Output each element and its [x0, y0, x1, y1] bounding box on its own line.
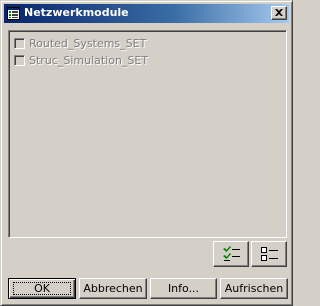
window-title: Netzwerkmodule: [24, 6, 129, 19]
uncheck-all-icon: [261, 247, 278, 261]
title-bar[interactable]: Netzwerkmodule: [4, 4, 289, 23]
info-button-label: Info...: [167, 282, 200, 295]
ok-button-label: OK: [34, 282, 50, 295]
ok-button[interactable]: OK: [8, 278, 76, 299]
window-app-icon: [7, 7, 20, 20]
refresh-button[interactable]: Aufrischen: [220, 278, 288, 299]
close-icon: [275, 9, 283, 16]
list-item-label: Routed_Systems_SET: [29, 37, 147, 50]
list-item-label: Struc_Simulation_SET: [29, 54, 149, 67]
module-list[interactable]: Routed_Systems_SET Struc_Simulation_SET: [8, 30, 287, 238]
check-all-icon: [223, 246, 240, 261]
checkbox[interactable]: [14, 38, 25, 49]
info-button[interactable]: Info...: [150, 278, 217, 299]
select-all-button[interactable]: [213, 241, 249, 267]
checkbox[interactable]: [14, 55, 25, 66]
deselect-all-button[interactable]: [251, 241, 287, 267]
refresh-button-label: Aufrischen: [224, 282, 284, 295]
close-button[interactable]: [271, 6, 287, 20]
cancel-button-label: Abbrechen: [83, 282, 143, 295]
cancel-button[interactable]: Abbrechen: [79, 278, 147, 299]
dialog-window: Netzwerkmodule Routed_Systems_SET Struc_…: [0, 0, 293, 306]
